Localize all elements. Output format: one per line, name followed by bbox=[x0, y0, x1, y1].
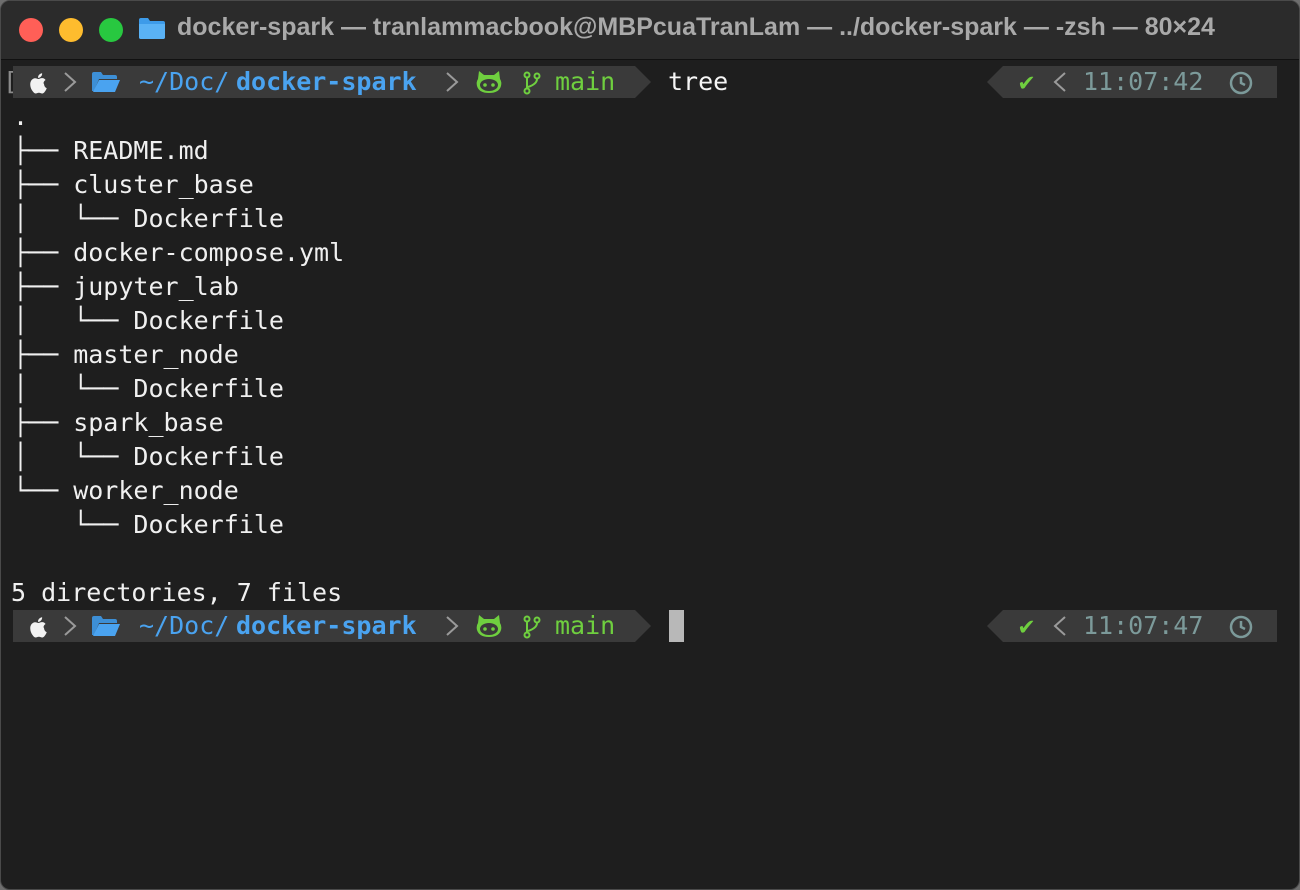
separator-icon bbox=[446, 72, 459, 92]
close-button[interactable] bbox=[19, 18, 43, 42]
text-cursor[interactable] bbox=[669, 610, 684, 642]
output-line: ├── cluster_base bbox=[13, 170, 254, 199]
checkmark-icon: ✔ bbox=[1019, 67, 1035, 96]
separator-icon bbox=[64, 616, 77, 636]
path-prefix: ~/Doc/ bbox=[139, 67, 230, 96]
output-line: │ └── Dockerfile bbox=[13, 442, 284, 471]
output-summary: 5 directories, 7 files bbox=[11, 578, 343, 607]
git-branch-name: main bbox=[555, 611, 616, 640]
folder-open-icon bbox=[92, 72, 120, 92]
checkmark-icon: ✔ bbox=[1019, 611, 1035, 640]
separator-icon bbox=[1053, 616, 1066, 636]
prompt-bar: ~/Doc/ docker-spark main ✔ 11:07:47 bbox=[13, 610, 1277, 642]
command-text: tree bbox=[668, 67, 729, 96]
prompt-time: 11:07:47 bbox=[1083, 611, 1204, 640]
git-branch-icon bbox=[523, 615, 541, 639]
github-octocat-icon bbox=[476, 71, 502, 93]
output-line: │ └── Dockerfile bbox=[13, 374, 284, 403]
output-line: . bbox=[13, 102, 29, 131]
clock-icon bbox=[1229, 615, 1253, 639]
title-bar[interactable]: docker-spark — tranlammacbook@MBPcuaTran… bbox=[1, 1, 1299, 60]
output-line: └── worker_node bbox=[13, 476, 239, 505]
folder-icon bbox=[139, 18, 165, 39]
minimize-button[interactable] bbox=[59, 18, 83, 42]
path-prefix: ~/Doc/ bbox=[139, 611, 230, 640]
path-dir: docker-spark bbox=[236, 611, 417, 640]
output-line: │ └── Dockerfile bbox=[13, 204, 284, 233]
output-line: ├── docker-compose.yml bbox=[13, 238, 345, 267]
separator-icon bbox=[1053, 72, 1066, 92]
prompt-arrow bbox=[635, 610, 651, 642]
apple-icon bbox=[30, 617, 47, 638]
output-line: ├── jupyter_lab bbox=[13, 272, 239, 301]
git-branch-name: main bbox=[555, 67, 616, 96]
output-line: ├── spark_base bbox=[13, 408, 224, 437]
apple-icon bbox=[30, 73, 47, 94]
terminal-window: docker-spark — tranlammacbook@MBPcuaTran… bbox=[0, 0, 1300, 890]
prompt-time: 11:07:42 bbox=[1083, 67, 1204, 96]
output-line: │ └── Dockerfile bbox=[13, 306, 284, 335]
zoom-button[interactable] bbox=[99, 18, 123, 42]
prompt-arrow bbox=[635, 66, 651, 98]
prompt-right-arrow bbox=[987, 610, 1003, 642]
output-line: ├── master_node bbox=[13, 340, 239, 369]
github-octocat-icon bbox=[476, 615, 502, 637]
separator-icon bbox=[64, 72, 77, 92]
git-branch-icon bbox=[523, 71, 541, 95]
prompt-bar: [ ~/Doc/ docker-spark main tree ✔ 11:07:… bbox=[3, 66, 1277, 98]
folder-open-icon bbox=[92, 616, 120, 636]
output-line: └── Dockerfile bbox=[13, 510, 284, 539]
window-title: docker-spark — tranlammacbook@MBPcuaTran… bbox=[177, 13, 1215, 41]
separator-icon bbox=[446, 616, 459, 636]
path-dir: docker-spark bbox=[236, 67, 417, 96]
terminal-content[interactable]: [ ~/Doc/ docker-spark main tree ✔ 11:07:… bbox=[1, 60, 1299, 889]
prompt-right-arrow bbox=[987, 66, 1003, 98]
output-line: ├── README.md bbox=[13, 136, 209, 165]
clock-icon bbox=[1229, 71, 1253, 95]
